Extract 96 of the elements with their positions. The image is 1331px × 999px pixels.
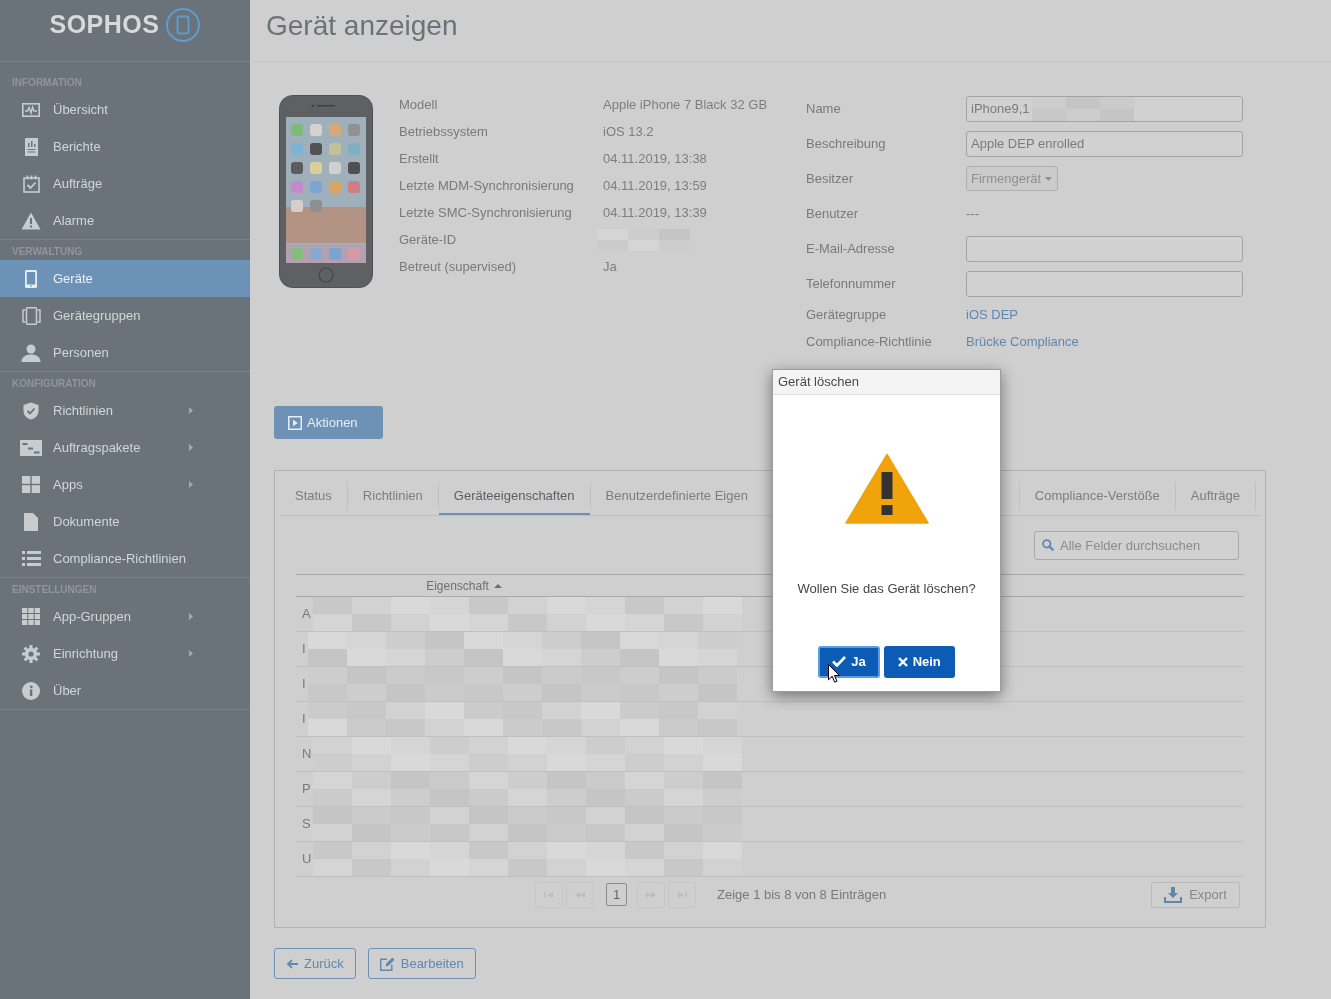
grid-icon	[22, 608, 40, 625]
sidebar-item[interactable]: Dokumente	[0, 503, 250, 540]
phones-icon	[21, 306, 41, 325]
tab[interactable]: Compliance-Verstöße	[1019, 476, 1175, 515]
table-cell-text: I	[302, 675, 306, 694]
confirm-button[interactable]: Ja	[818, 645, 880, 678]
calendar-check-icon	[22, 174, 40, 193]
person-icon	[21, 343, 41, 362]
arrow-left-icon	[286, 958, 298, 969]
edit-icon	[379, 956, 395, 971]
detail-label: Letzte SMC-Synchronisierung	[399, 203, 572, 222]
sidebar-item[interactable]: Apps	[0, 466, 250, 503]
detail-value: 04.11.2019, 13:59	[603, 176, 707, 195]
detail-value: iOS 13.2	[603, 122, 654, 141]
back-button[interactable]: Zurück	[274, 948, 356, 979]
download-icon	[1164, 886, 1183, 903]
cancel-button[interactable]: Nein	[883, 645, 955, 678]
field-label: Besitzer	[806, 169, 853, 188]
tab[interactable]: Benutzerdefinierte Eigen	[590, 476, 763, 515]
sidebar-item[interactable]: Übersicht	[0, 91, 250, 128]
text-field[interactable]	[966, 270, 1243, 297]
detail-value: Apple iPhone 7 Black 32 GB	[603, 95, 768, 114]
warning-icon	[21, 211, 41, 230]
logo-wordmark: SOPHOS	[49, 12, 160, 37]
table-cell-text: S	[302, 815, 311, 834]
page-button[interactable]: 1	[606, 883, 627, 906]
link[interactable]: iOS DEP	[966, 304, 1018, 325]
sidebar-item[interactable]: Compliance-Richtlinien	[0, 540, 250, 577]
cursor-icon	[828, 664, 840, 683]
detail-value: 04.11.2019, 13:38	[603, 149, 707, 168]
sidebar-item[interactable]: Über	[0, 672, 250, 709]
detail-label: Betreut (supervised)	[399, 257, 517, 276]
table-cell-text: A	[302, 605, 311, 624]
table-cell-text: I	[302, 640, 306, 659]
warning-icon	[844, 453, 929, 524]
sidebar-item[interactable]: Gerätegruppen	[0, 297, 250, 334]
field-label: Telefonnummer	[806, 274, 896, 293]
column-header[interactable]: Eigenschaft	[296, 575, 632, 596]
sidebar-item[interactable]: Alarme	[0, 202, 250, 239]
blocks-icon	[20, 439, 42, 456]
info-icon	[22, 681, 40, 700]
phone-circle-icon	[166, 7, 201, 42]
field-label: Name	[806, 99, 841, 118]
field-label: Gerätegruppe	[806, 305, 887, 324]
tab[interactable]: Geräteeigenschaften	[438, 476, 590, 515]
close-icon	[897, 656, 908, 667]
actions-button[interactable]: Aktionen	[274, 406, 383, 439]
table-cell-text: I	[302, 710, 306, 729]
text-field[interactable]: Apple DEP enrolled	[966, 130, 1243, 157]
tab[interactable]: Status	[280, 476, 347, 515]
text-field[interactable]	[966, 235, 1243, 262]
table-cell-text: P	[302, 780, 311, 799]
field-label: Benutzer	[806, 204, 859, 223]
field-label: Beschreibung	[806, 134, 886, 153]
detail-label: Geräte-ID	[399, 230, 457, 249]
field-value: ---	[966, 204, 979, 223]
field-label: E-Mail-Adresse	[806, 239, 895, 258]
sidebar-item[interactable]: Personen	[0, 334, 250, 371]
search-icon	[1042, 539, 1054, 551]
export-button[interactable]: Export	[1151, 881, 1240, 908]
detail-label: Letzte MDM-Synchronisierung	[399, 176, 574, 195]
sidebar-item[interactable]: Geräte	[0, 260, 250, 297]
line-chart-icon	[22, 102, 40, 117]
tab[interactable]: Richtlinien	[347, 476, 438, 515]
sidebar-item[interactable]: Berichte	[0, 128, 250, 165]
table-cell-text: U	[302, 850, 312, 869]
field-label: Compliance-Richtlinie	[806, 332, 932, 351]
page-title: Gerät anzeigen	[266, 12, 458, 40]
dialog-message: Wollen Sie das Gerät löschen?	[797, 580, 976, 598]
play-icon	[288, 415, 302, 430]
list-icon	[21, 551, 41, 566]
detail-label: Modell	[399, 95, 438, 114]
phone-icon	[25, 269, 37, 288]
sidebar-item[interactable]: App-Gruppen	[0, 598, 250, 635]
grid-icon	[22, 476, 40, 493]
check-icon	[832, 656, 847, 667]
detail-label: Betriebssystem	[399, 122, 488, 141]
dialog-title: Gerät löschen	[773, 370, 1000, 395]
sidebar-item[interactable]: Einrichtung	[0, 635, 250, 672]
caret-down-icon	[1045, 176, 1053, 181]
detail-value: 04.11.2019, 13:39	[603, 203, 707, 222]
gear-icon	[22, 644, 40, 663]
sidebar-item[interactable]: Richtlinien	[0, 392, 250, 429]
detail-value: Ja	[603, 257, 617, 276]
report-icon	[23, 137, 39, 156]
link[interactable]: Brücke Compliance	[966, 331, 1079, 352]
detail-label: Erstellt	[399, 149, 439, 168]
sidebar-item[interactable]: Auftragspakete	[0, 429, 250, 466]
pagination-summary: Zeige 1 bis 8 von 8 Einträgen	[717, 885, 887, 904]
sidebar-item[interactable]: Aufträge	[0, 165, 250, 202]
shield-check-icon	[23, 401, 39, 420]
edit-button[interactable]: Bearbeiten	[367, 948, 476, 979]
search-field[interactable]: Alle Felder durchsuchen	[1034, 531, 1239, 560]
document-icon	[24, 512, 38, 531]
tab[interactable]: Aufträge	[1175, 476, 1255, 515]
table-cell-text: N	[302, 745, 312, 764]
